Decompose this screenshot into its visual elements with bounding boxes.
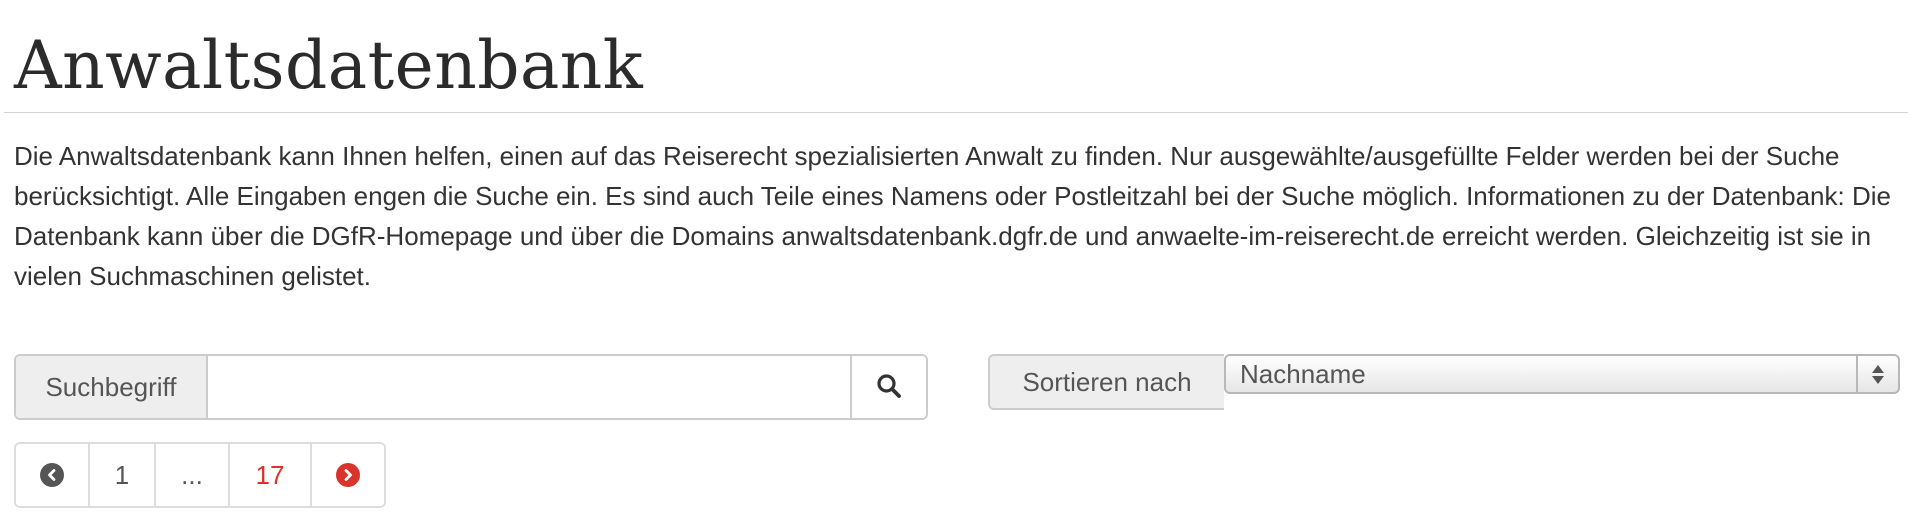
chevron-left-circle-icon xyxy=(40,463,64,487)
pagination: 1 ... 17 xyxy=(14,442,386,508)
search-label: Suchbegriff xyxy=(16,356,208,418)
sort-label: Sortieren nach xyxy=(988,354,1224,410)
search-button[interactable] xyxy=(850,356,926,418)
page-title: Anwaltsdatenbank xyxy=(14,27,644,104)
sort-group: Sortieren nach Nachname xyxy=(988,354,1900,410)
pagination-prev[interactable] xyxy=(16,444,90,506)
pagination-page-1[interactable]: 1 xyxy=(90,444,156,506)
title-divider xyxy=(4,112,1908,113)
pagination-next[interactable] xyxy=(312,444,384,506)
search-input[interactable] xyxy=(208,356,850,418)
select-arrows-icon xyxy=(1856,356,1898,392)
page-description: Die Anwaltsdatenbank kann Ihnen helfen, … xyxy=(14,141,1891,291)
page: Anwaltsdatenbank Die Anwaltsdatenbank ka… xyxy=(0,0,1908,526)
sort-selected-value: Nachname xyxy=(1240,358,1366,389)
pagination-ellipsis: ... xyxy=(156,444,230,506)
search-icon xyxy=(876,373,902,402)
sort-select[interactable]: Nachname xyxy=(1224,354,1900,394)
pagination-page-17[interactable]: 17 xyxy=(230,444,312,506)
search-group: Suchbegriff xyxy=(14,354,928,420)
chevron-right-circle-icon xyxy=(336,463,360,487)
